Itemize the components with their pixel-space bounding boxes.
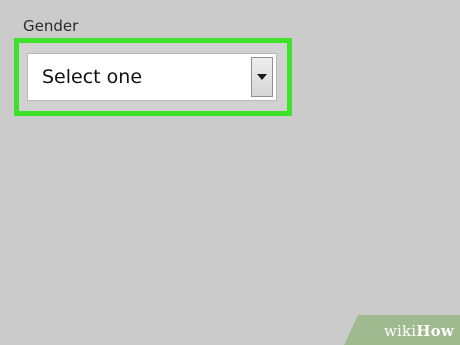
watermark-wiki: wiki: [383, 322, 417, 340]
chevron-down-icon: [257, 74, 267, 80]
gender-label: Gender: [23, 17, 79, 35]
gender-select[interactable]: Select one: [27, 53, 277, 101]
watermark-how: How: [416, 322, 454, 340]
dropdown-highlight: Select one: [14, 38, 292, 116]
wikihow-watermark: wikiHow: [344, 315, 460, 345]
gender-select-value: Select one: [42, 66, 143, 88]
watermark-text: wikiHow: [384, 322, 454, 340]
dropdown-arrow-button[interactable]: [251, 57, 273, 97]
